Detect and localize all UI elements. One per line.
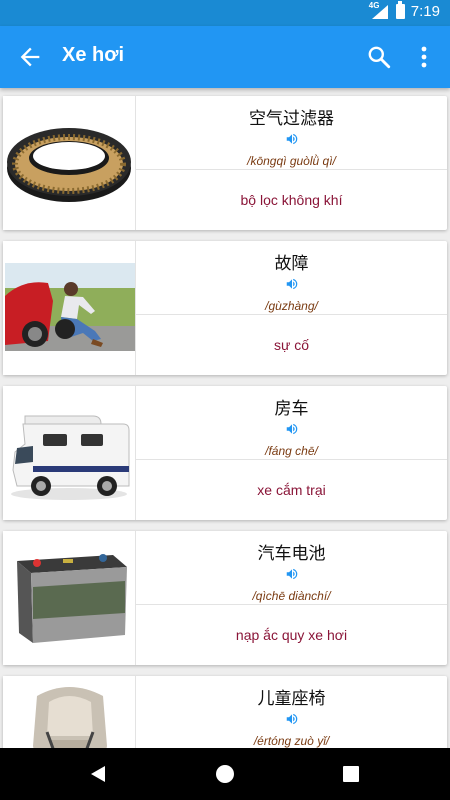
pinyin: /értóng zuò yǐ/ [253, 734, 330, 748]
vietnamese-meaning: nạp ắc quy xe hơi [235, 627, 348, 643]
chinese-word: 房车 [274, 399, 309, 419]
vietnamese-meaning: xe cắm trại [257, 482, 326, 498]
card-info: 儿童座椅 /értóng zuò yǐ/ [136, 676, 447, 748]
page-title: Xe hơi [62, 44, 125, 66]
nav-back-icon[interactable] [88, 764, 108, 789]
network-type: 4G [368, 0, 380, 10]
chinese-word: 空气过滤器 [249, 109, 334, 129]
vocabulary-list: 空气过滤器 /kōngqì guòlǜ qì/ bộ lọc không khí [0, 88, 450, 748]
car-battery-image [3, 531, 136, 665]
speaker-icon[interactable] [285, 132, 299, 146]
status-time: 7:19 [410, 3, 440, 20]
vocab-card[interactable]: 空气过滤器 /kōngqì guòlǜ qì/ bộ lọc không khí [3, 96, 447, 230]
nav-home-icon[interactable] [215, 764, 235, 789]
card-info: 故障 /gùzhàng/ sự cố [136, 241, 447, 375]
speaker-icon[interactable] [285, 567, 299, 581]
pinyin: /kōngqì guòlǜ qì/ [247, 154, 336, 168]
app-bar: Xe hơi [0, 26, 450, 88]
card-info: 汽车电池 /qìchē diànchí/ nạp ắc quy xe hơi [136, 531, 447, 665]
arrow-back-icon[interactable] [16, 43, 44, 71]
signal-icon: 4G [368, 0, 390, 20]
pinyin: /qìchē diànchí/ [252, 589, 331, 603]
battery-icon [395, 1, 405, 19]
breakdown-image [3, 241, 136, 375]
vocab-card[interactable]: 儿童座椅 /értóng zuò yǐ/ [3, 676, 447, 748]
vocab-card[interactable]: 房车 /fáng chē/ xe cắm trại [3, 386, 447, 520]
speaker-icon[interactable] [285, 422, 299, 436]
vocab-card[interactable]: 汽车电池 /qìchē diànchí/ nạp ắc quy xe hơi [3, 531, 447, 665]
more-vert-icon[interactable] [412, 44, 436, 70]
chinese-word: 故障 [274, 254, 309, 274]
child-seat-image [3, 676, 136, 748]
search-icon[interactable] [366, 44, 392, 70]
speaker-icon[interactable] [285, 712, 299, 726]
speaker-icon[interactable] [285, 277, 299, 291]
navigation-bar [0, 748, 450, 800]
chinese-word: 儿童座椅 [257, 689, 326, 709]
card-info: 房车 /fáng chē/ xe cắm trại [136, 386, 447, 520]
chinese-word: 汽车电池 [257, 544, 326, 564]
status-bar: 4G 7:19 [0, 0, 450, 26]
card-info: 空气过滤器 /kōngqì guòlǜ qì/ bộ lọc không khí [136, 96, 447, 230]
nav-recents-icon[interactable] [342, 764, 360, 789]
vietnamese-meaning: sự cố [273, 337, 310, 353]
pinyin: /fáng chē/ [265, 444, 318, 458]
vietnamese-meaning: bộ lọc không khí [240, 192, 343, 208]
pinyin: /gùzhàng/ [265, 299, 318, 313]
camper-van-image [3, 386, 136, 520]
air-filter-image [3, 96, 136, 230]
vocab-card[interactable]: 故障 /gùzhàng/ sự cố [3, 241, 447, 375]
